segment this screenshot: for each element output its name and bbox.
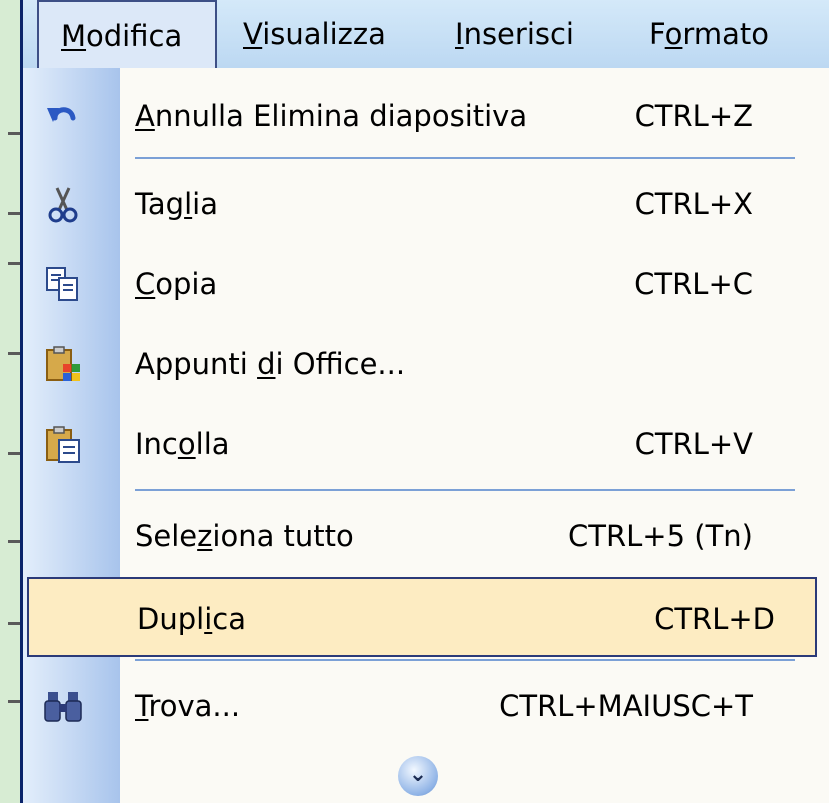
shortcut-label: CTRL+V [634,427,753,461]
item-label: Dupl [137,602,205,636]
item-label: lla [195,427,230,461]
copy-icon [46,267,78,301]
menu-item-incolla[interactable]: Incolla CTRL+V [23,404,829,484]
menu-accelerator: M [61,19,87,53]
background-mark [8,622,20,625]
background-mark [8,212,20,215]
menu-visualizza[interactable]: Visualizza [243,0,386,68]
menu-formato[interactable]: Formato [649,0,769,68]
office-clipboard-icon [46,346,80,381]
menu-item-appunti-office[interactable]: Appunti di Office... [23,324,829,404]
binoculars-icon [44,692,82,722]
shortcut-label: CTRL+MAIUSC+T [499,689,753,723]
item-accelerator: A [135,99,155,133]
item-label: ia [192,187,218,221]
menu-item-trova[interactable]: Trova... CTRL+MAIUSC+T [23,666,829,746]
item-label: iona tutto [212,519,354,553]
item-accelerator: z [197,519,213,553]
background-mark [8,352,20,355]
menu-accelerator: I [455,17,464,51]
menu-item-seleziona-tutto[interactable]: Seleziona tutto CTRL+5 (Tn) [23,496,829,576]
paste-icon [46,426,80,463]
menu-title-text: nserisci [463,17,574,51]
menu-accelerator: o [664,17,683,51]
background-window [0,0,20,803]
item-label: Tag [135,187,185,221]
expand-chevron-icon[interactable]: ⌄ [398,756,438,796]
item-label: rova... [148,689,241,723]
shortcut-label: CTRL+C [634,267,753,301]
item-accelerator: o [177,427,196,461]
background-mark [8,700,20,703]
menu-title-text: F [649,17,665,51]
item-label: Sele [135,519,198,553]
menu-title-text: isualizza [262,17,386,51]
item-label: ca [212,602,246,636]
menu-item-taglia[interactable]: Taglia CTRL+X [23,164,829,244]
menu-inserisci[interactable]: Inserisci [455,0,574,68]
item-accelerator: C [135,267,156,301]
menu-separator [135,157,795,159]
menu-item-duplica[interactable]: Duplica CTRL+D [27,577,817,657]
menu-item-annulla[interactable]: Annulla Elimina diapositiva CTRL+Z [23,76,829,156]
item-label: nnulla Elimina diapositiva [154,99,528,133]
item-accelerator: d [257,347,276,381]
menu-bar: Modifica Visualizza Inserisci Formato [23,0,829,70]
item-accelerator: l [184,187,193,221]
background-mark [8,262,20,265]
menu-title-text: odifica [86,19,183,53]
item-label: opia [155,267,218,301]
shortcut-label: CTRL+Z [634,99,753,133]
background-mark [8,132,20,135]
menu-accelerator: V [243,17,263,51]
item-accelerator: T [135,689,149,723]
menu-title-text: rmato [682,17,769,51]
menu-modifica[interactable]: Modifica [37,0,217,70]
item-label: i Office... [275,347,406,381]
undo-icon [47,107,76,122]
menu-separator [135,659,795,661]
shortcut-label: CTRL+X [634,187,753,221]
shortcut-label: CTRL+D [654,602,775,636]
edit-menu-dropdown: Annulla Elimina diapositiva CTRL+Z Tagli… [23,68,829,803]
item-label: Inc [135,427,178,461]
item-label: Appunti [135,347,258,381]
background-mark [8,452,20,455]
background-mark [8,540,20,543]
menu-item-copia[interactable]: Copia CTRL+C [23,244,829,324]
scissors-icon [48,187,78,223]
shortcut-label: CTRL+5 (Tn) [568,519,753,553]
menu-separator [135,489,795,491]
